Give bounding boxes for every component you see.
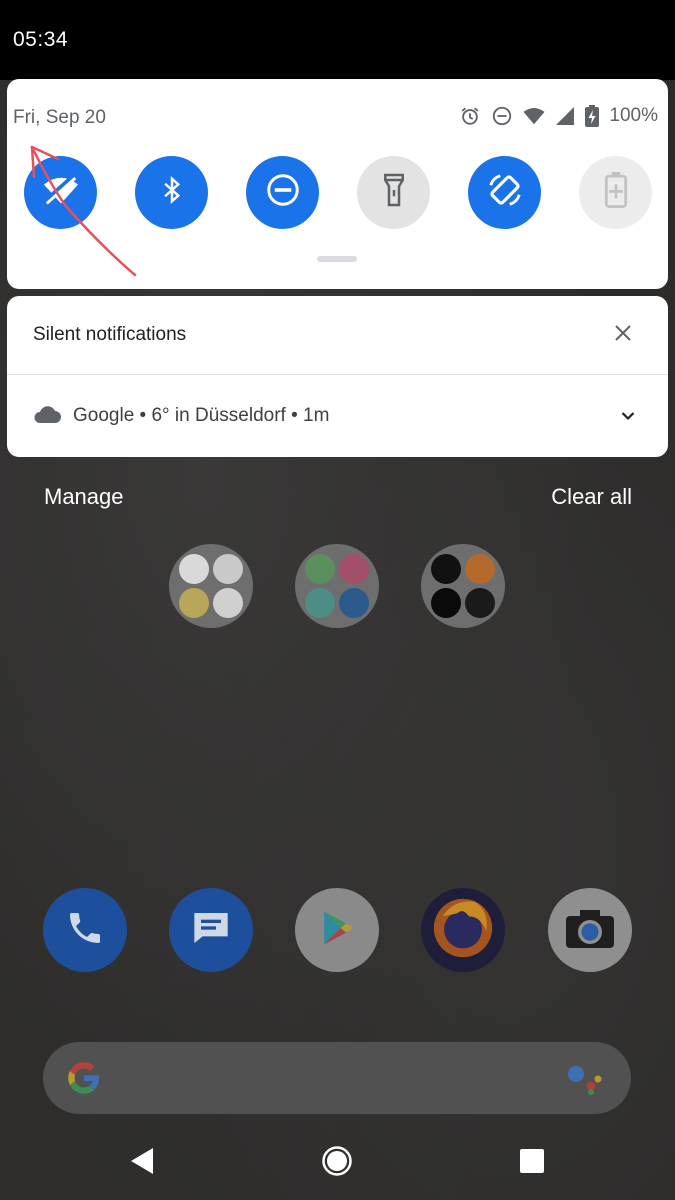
notification-section-header: Silent notifications — [7, 296, 668, 375]
qs-status-icons: 100% — [459, 105, 658, 127]
app-icon — [465, 554, 495, 584]
wifi-icon — [42, 171, 80, 214]
qs-date[interactable]: Fri, Sep 20 — [13, 107, 106, 129]
messages-icon — [189, 908, 233, 953]
app-icon — [305, 554, 335, 584]
flashlight-tile[interactable] — [357, 156, 430, 229]
notification-card: Silent notifications Google • 6° in Düss… — [7, 296, 668, 457]
messages-app[interactable] — [169, 888, 253, 972]
firefox-icon — [428, 893, 498, 968]
app-icon — [465, 588, 495, 618]
status-bar: 05:34 — [0, 0, 675, 80]
recents-icon — [519, 1148, 545, 1179]
clear-all-button[interactable]: Clear all — [551, 484, 632, 510]
notification-item[interactable]: Google • 6° in Düsseldorf • 1m — [7, 375, 668, 457]
app-icon — [213, 588, 243, 618]
app-icon — [305, 588, 335, 618]
wifi-tile[interactable] — [24, 156, 97, 229]
battery-saver-icon — [604, 172, 628, 213]
app-icon — [431, 554, 461, 584]
phone-app[interactable] — [43, 888, 127, 972]
assistant-icon[interactable] — [565, 1062, 605, 1096]
camera-app[interactable] — [548, 888, 632, 972]
app-icon — [179, 554, 209, 584]
notification-text: Google • 6° in Düsseldorf • 1m — [73, 405, 330, 426]
home-button[interactable] — [321, 1145, 353, 1182]
auto-rotate-tile[interactable] — [468, 156, 541, 229]
signal-icon — [555, 106, 575, 126]
google-search-bar[interactable] — [43, 1042, 631, 1114]
flashlight-icon — [379, 172, 409, 213]
play-store-app[interactable] — [295, 888, 379, 972]
close-icon — [614, 324, 632, 347]
camera-icon — [564, 906, 616, 955]
alarm-icon — [459, 105, 481, 127]
auto-rotate-icon — [486, 171, 524, 214]
manage-button[interactable]: Manage — [44, 484, 124, 510]
dnd-status-icon — [491, 105, 513, 127]
chevron-down-icon — [621, 408, 635, 426]
quick-settings-panel: Fri, Sep 20 100% — [7, 79, 668, 289]
do-not-disturb-icon — [265, 172, 301, 213]
google-g-icon — [68, 1062, 100, 1094]
bluetooth-icon — [157, 173, 187, 212]
cloud-icon — [33, 404, 61, 429]
back-button[interactable] — [126, 1147, 158, 1179]
do-not-disturb-tile[interactable] — [246, 156, 319, 229]
drag-handle[interactable] — [317, 256, 357, 262]
app-icon — [339, 588, 369, 618]
play-store-icon — [315, 906, 359, 955]
quick-settings-tiles — [24, 156, 654, 231]
app-icon — [431, 588, 461, 618]
app-icon — [213, 554, 243, 584]
status-time: 05:34 — [13, 28, 69, 51]
wifi-status-icon — [523, 106, 545, 126]
app-folder[interactable] — [169, 544, 253, 628]
close-button[interactable] — [608, 320, 638, 350]
navigation-bar — [0, 1125, 675, 1200]
bluetooth-tile[interactable] — [135, 156, 208, 229]
battery-saver-tile[interactable] — [579, 156, 652, 229]
app-icon — [179, 588, 209, 618]
phone-icon — [65, 908, 105, 953]
notification-section-title: Silent notifications — [33, 324, 187, 345]
home-icon — [321, 1145, 353, 1182]
back-icon — [129, 1147, 155, 1180]
app-folder[interactable] — [295, 544, 379, 628]
battery-percent: 100% — [609, 105, 658, 126]
expand-button[interactable] — [616, 405, 640, 429]
app-folder[interactable] — [421, 544, 505, 628]
app-icon — [339, 554, 369, 584]
recents-button[interactable] — [516, 1147, 548, 1179]
firefox-app[interactable] — [421, 888, 505, 972]
battery-icon — [585, 105, 600, 127]
